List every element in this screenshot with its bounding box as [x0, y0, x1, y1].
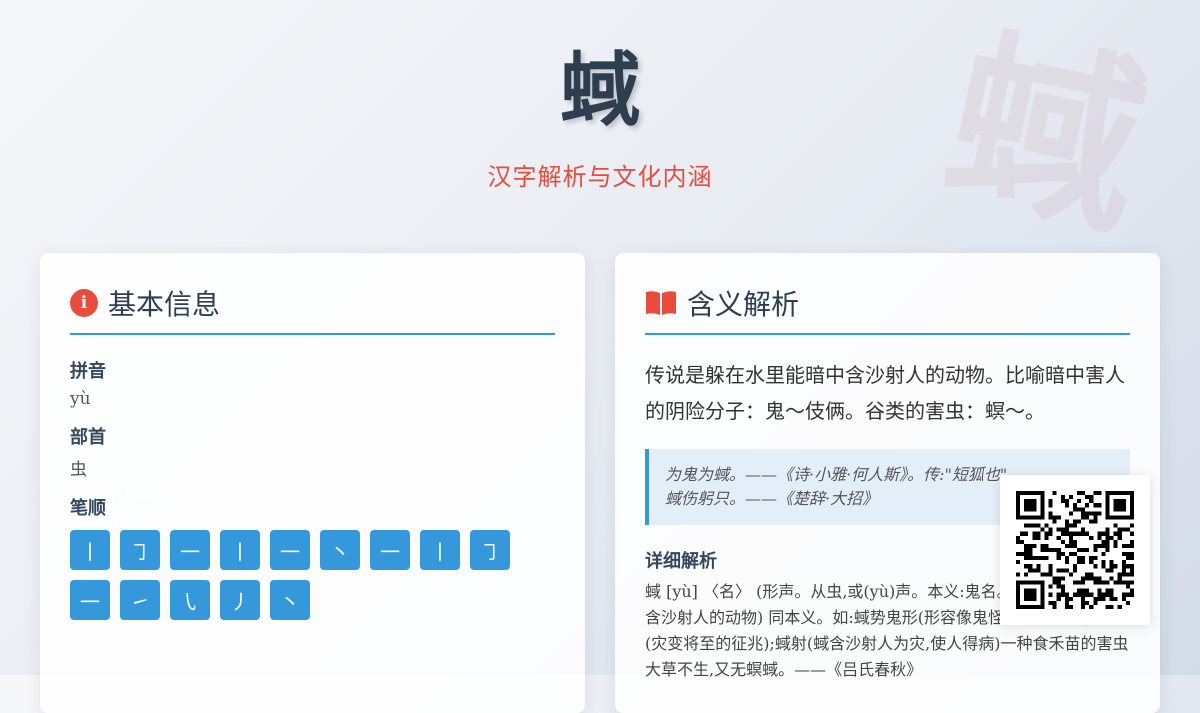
radical-value: 虫: [70, 460, 87, 480]
page-subtitle: 汉字解析与文化内涵: [487, 163, 713, 191]
stroke-tile: 一: [70, 580, 110, 620]
info-icon: i: [70, 289, 98, 317]
stroke-tile: ㇂: [170, 580, 210, 620]
pinyin-value: yù: [70, 389, 91, 409]
basic-info-header: i 基本信息: [70, 283, 555, 335]
stroke-tile: ㇀: [120, 580, 160, 620]
stroke-tile: ㇆: [470, 530, 510, 570]
basic-info-title: 基本信息: [108, 288, 221, 321]
qr-code-icon: [1016, 491, 1134, 609]
stroke-tile: 一: [270, 530, 310, 570]
basic-info-card: i 基本信息 拼音 yù 部首 虫 笔顺 丨㇆一丨一丶一丨㇆一㇀㇂丿丶: [40, 253, 585, 713]
radical-label: 部首: [70, 427, 106, 448]
stroke-tile: 丶: [320, 530, 360, 570]
stroke-tile: 丨: [70, 530, 110, 570]
stroke-tile: ㇆: [120, 530, 160, 570]
stroke-tile: 一: [170, 530, 210, 570]
book-icon: [645, 290, 677, 316]
stroke-tile: 丨: [420, 530, 460, 570]
meaning-description: 传说是躲在水里能暗中含沙射人的动物。比喻暗中害人的阴险分子：鬼～伎俩。谷类的害虫…: [645, 363, 1125, 423]
meaning-title: 含义解析: [687, 288, 800, 321]
stroke-tile: 一: [370, 530, 410, 570]
qr-code[interactable]: [1000, 475, 1150, 625]
stroke-order-list: 丨㇆一丨一丶一丨㇆一㇀㇂丿丶: [70, 530, 550, 630]
pinyin-label: 拼音: [70, 361, 106, 382]
stroke-tile: 丿: [220, 580, 260, 620]
page-title-character: 蜮: [560, 43, 640, 137]
stroke-tile: 丶: [270, 580, 310, 620]
meaning-header: 含义解析: [645, 283, 1130, 335]
stroke-order-label: 笔顺: [70, 498, 106, 519]
stroke-tile: 丨: [220, 530, 260, 570]
